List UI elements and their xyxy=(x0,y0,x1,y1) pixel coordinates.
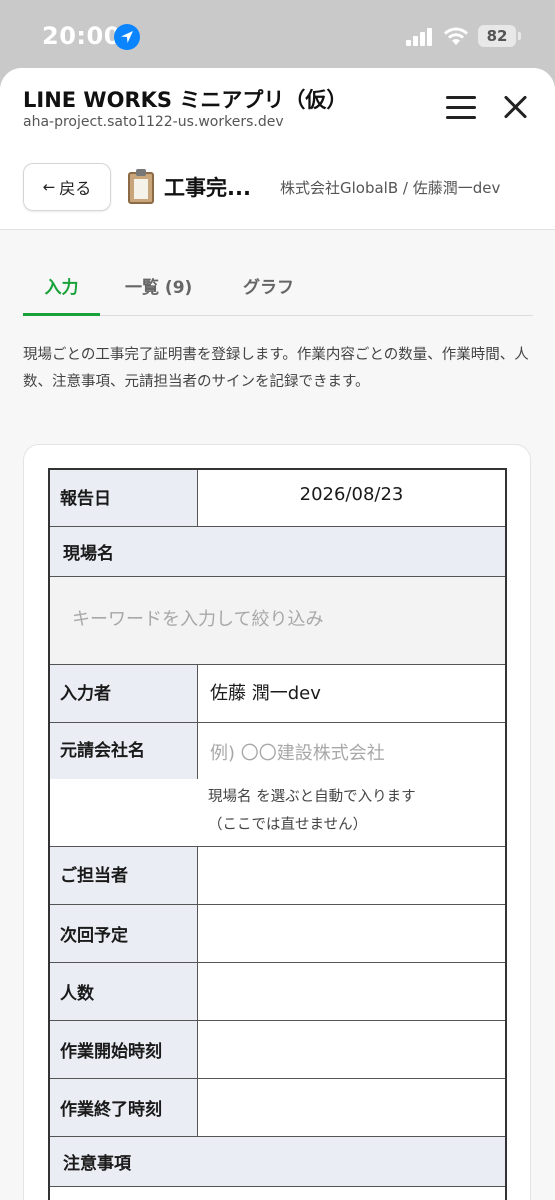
report-date-field[interactable]: 2026/08/23 xyxy=(198,470,505,526)
page-title: 工事完... xyxy=(164,176,251,200)
back-button[interactable]: ← 戻る xyxy=(23,163,111,211)
report-date-row: 報告日 2026/08/23 xyxy=(50,470,505,527)
form-table: 報告日 2026/08/23 現場名 キーワードを入力して絞り込み 入力者 佐藤… xyxy=(48,468,507,1200)
battery-cap xyxy=(518,32,521,40)
start-time-label: 作業開始時刻 xyxy=(50,1021,198,1078)
status-time: 20:00 xyxy=(42,22,121,50)
sheet-header: LINE WORKS ミニアプリ（仮） aha-project.sato1122… xyxy=(0,68,555,230)
notes-field[interactable] xyxy=(50,1187,505,1200)
arrow-left-icon: ← xyxy=(42,178,56,196)
status-bar: 20:00 82 xyxy=(0,0,555,70)
company-note-line2: （ここでは直せません） xyxy=(208,817,368,833)
end-time-label: 作業終了時刻 xyxy=(50,1079,198,1136)
start-time-field[interactable] xyxy=(198,1021,505,1078)
report-date-label: 報告日 xyxy=(50,470,198,526)
wifi-icon xyxy=(444,27,468,45)
next-schedule-row: 次回予定 xyxy=(50,905,505,963)
location-icon xyxy=(114,24,140,50)
company-note: 現場名 を選ぶと自動で入ります （ここでは直せません） xyxy=(208,783,416,839)
end-time-field[interactable] xyxy=(198,1079,505,1136)
site-search-input[interactable]: キーワードを入力して絞り込み xyxy=(50,577,505,665)
entered-by-row: 入力者 佐藤 潤一dev xyxy=(50,665,505,723)
next-schedule-label: 次回予定 xyxy=(50,905,198,962)
headcount-row: 人数 xyxy=(50,963,505,1021)
clipboard-icon xyxy=(128,169,154,204)
menu-icon[interactable] xyxy=(446,96,476,120)
main-content: 入力 一覧 (9) グラフ 現場ごとの工事完了証明書を登録します。作業内容ごとの… xyxy=(0,230,555,1200)
form-card: 報告日 2026/08/23 現場名 キーワードを入力して絞り込み 入力者 佐藤… xyxy=(23,444,531,1200)
app-url: aha-project.sato1122-us.workers.dev xyxy=(23,114,284,130)
contact-label: ご担当者 xyxy=(50,847,198,904)
close-icon[interactable] xyxy=(502,94,528,120)
contact-row: ご担当者 xyxy=(50,847,505,905)
start-time-row: 作業開始時刻 xyxy=(50,1021,505,1079)
signal-icon xyxy=(406,28,432,46)
company-label: 元請会社名 xyxy=(50,723,198,779)
back-button-label: 戻る xyxy=(59,179,92,198)
page-description: 現場ごとの工事完了証明書を登録します。作業内容ごとの数量、作業時間、人数、注意事… xyxy=(23,347,529,390)
battery-icon: 82 xyxy=(478,25,516,47)
headcount-field[interactable] xyxy=(198,963,505,1020)
company-field: 例) 〇〇建設株式会社 xyxy=(210,743,385,764)
next-schedule-field[interactable] xyxy=(198,905,505,962)
company-note-line1: 現場名 を選ぶと自動で入ります xyxy=(208,789,416,805)
contact-field[interactable] xyxy=(198,847,505,904)
headcount-label: 人数 xyxy=(50,963,198,1020)
company-row: 元請会社名 例) 〇〇建設株式会社 現場名 を選ぶと自動で入ります （ここでは直… xyxy=(50,723,505,847)
end-time-row: 作業終了時刻 xyxy=(50,1079,505,1137)
user-org-label: 株式会社GlobalB / 佐藤潤一dev xyxy=(280,179,501,197)
site-name-label: 現場名 xyxy=(50,527,505,577)
tab-input[interactable]: 入力 xyxy=(23,270,100,316)
notes-label: 注意事項 xyxy=(50,1137,505,1187)
tab-bar: 入力 一覧 (9) グラフ xyxy=(23,270,533,316)
app-title: LINE WORKS ミニアプリ（仮） xyxy=(23,88,348,112)
tab-list[interactable]: 一覧 (9) xyxy=(125,270,192,316)
entered-by-label: 入力者 xyxy=(50,665,198,722)
tab-graph[interactable]: グラフ xyxy=(243,270,294,316)
entered-by-value: 佐藤 潤一dev xyxy=(198,665,505,722)
mini-app-sheet: LINE WORKS ミニアプリ（仮） aha-project.sato1122… xyxy=(0,68,555,1200)
